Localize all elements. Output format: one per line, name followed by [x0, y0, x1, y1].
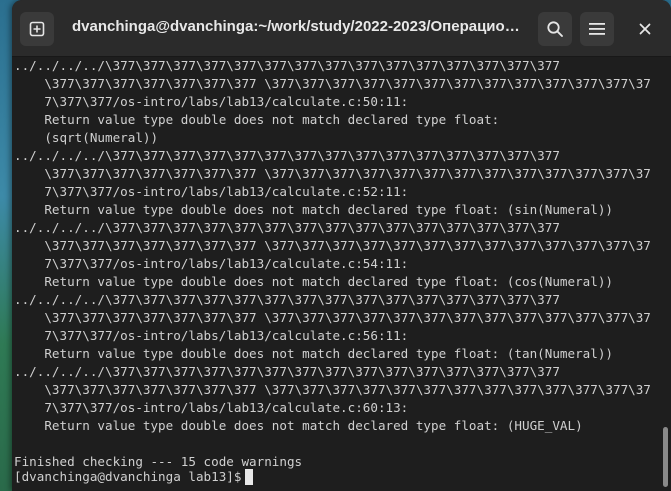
terminal-summary-line: Finished checking --- 15 code warnings: [14, 454, 303, 469]
terminal-line: ../../../../\377\377\377\377\377\377\377…: [14, 148, 560, 163]
terminal-line: ../../../../\377\377\377\377\377\377\377…: [14, 292, 560, 307]
main-menu-button[interactable]: [580, 12, 614, 46]
terminal-line: \377\377\377\377\377\377\377 \377\377\37…: [14, 310, 651, 325]
terminal-line: 7\377\377/os-intro/labs/lab13/calculate.…: [14, 94, 409, 109]
terminal-line: (sqrt(Numeral)): [14, 130, 159, 145]
terminal-line: \377\377\377\377\377\377\377 \377\377\37…: [14, 166, 651, 181]
terminal-line: 7\377\377/os-intro/labs/lab13/calculate.…: [14, 184, 409, 199]
terminal-line: \377\377\377\377\377\377\377 \377\377\37…: [14, 382, 651, 397]
terminal-window: dvanchinga@dvanchinga:~/work/study/2022-…: [12, 0, 671, 491]
terminal-line: ../../../../\377\377\377\377\377\377\377…: [14, 58, 560, 73]
terminal-line: 7\377\377/os-intro/labs/lab13/calculate.…: [14, 256, 409, 271]
terminal-line: Return value type double does not match …: [14, 202, 613, 217]
terminal-line: Return value type double does not match …: [14, 274, 613, 289]
terminal-output: ../../../../\377\377\377\377\377\377\377…: [14, 57, 659, 471]
terminal-line: ../../../../\377\377\377\377\377\377\377…: [14, 220, 560, 235]
terminal-view[interactable]: ../../../../\377\377\377\377\377\377\377…: [12, 57, 671, 491]
close-window-button[interactable]: [632, 16, 658, 42]
new-tab-button[interactable]: [20, 12, 54, 46]
terminal-line: Return value type double does not match …: [14, 346, 613, 361]
text-cursor: [245, 469, 254, 485]
terminal-scrollbar[interactable]: [660, 57, 671, 491]
terminal-line: Return value type double does not match …: [14, 418, 583, 433]
new-tab-plus-icon: [29, 21, 45, 37]
terminal-line: \377\377\377\377\377\377\377 \377\377\37…: [14, 238, 651, 253]
terminal-line: \377\377\377\377\377\377\377 \377\377\37…: [14, 76, 651, 91]
search-button[interactable]: [538, 12, 572, 46]
shell-prompt: [dvanchinga@dvanchinga lab13]$: [14, 469, 242, 484]
terminal-line: Return value type double does not match …: [14, 112, 500, 127]
shell-prompt-line[interactable]: [dvanchinga@dvanchinga lab13]$: [14, 468, 254, 486]
scrollbar-thumb[interactable]: [663, 427, 668, 487]
terminal-line: 7\377\377/os-intro/labs/lab13/calculate.…: [14, 328, 409, 343]
hamburger-menu-icon: [589, 23, 605, 35]
close-icon: [639, 23, 651, 35]
header-bar: dvanchinga@dvanchinga:~/work/study/2022-…: [12, 0, 671, 57]
window-title: dvanchinga@dvanchinga:~/work/study/2022-…: [72, 18, 528, 35]
terminal-line: ../../../../\377\377\377\377\377\377\377…: [14, 364, 560, 379]
search-icon: [547, 21, 563, 37]
terminal-line: 7\377\377/os-intro/labs/lab13/calculate.…: [14, 400, 409, 415]
